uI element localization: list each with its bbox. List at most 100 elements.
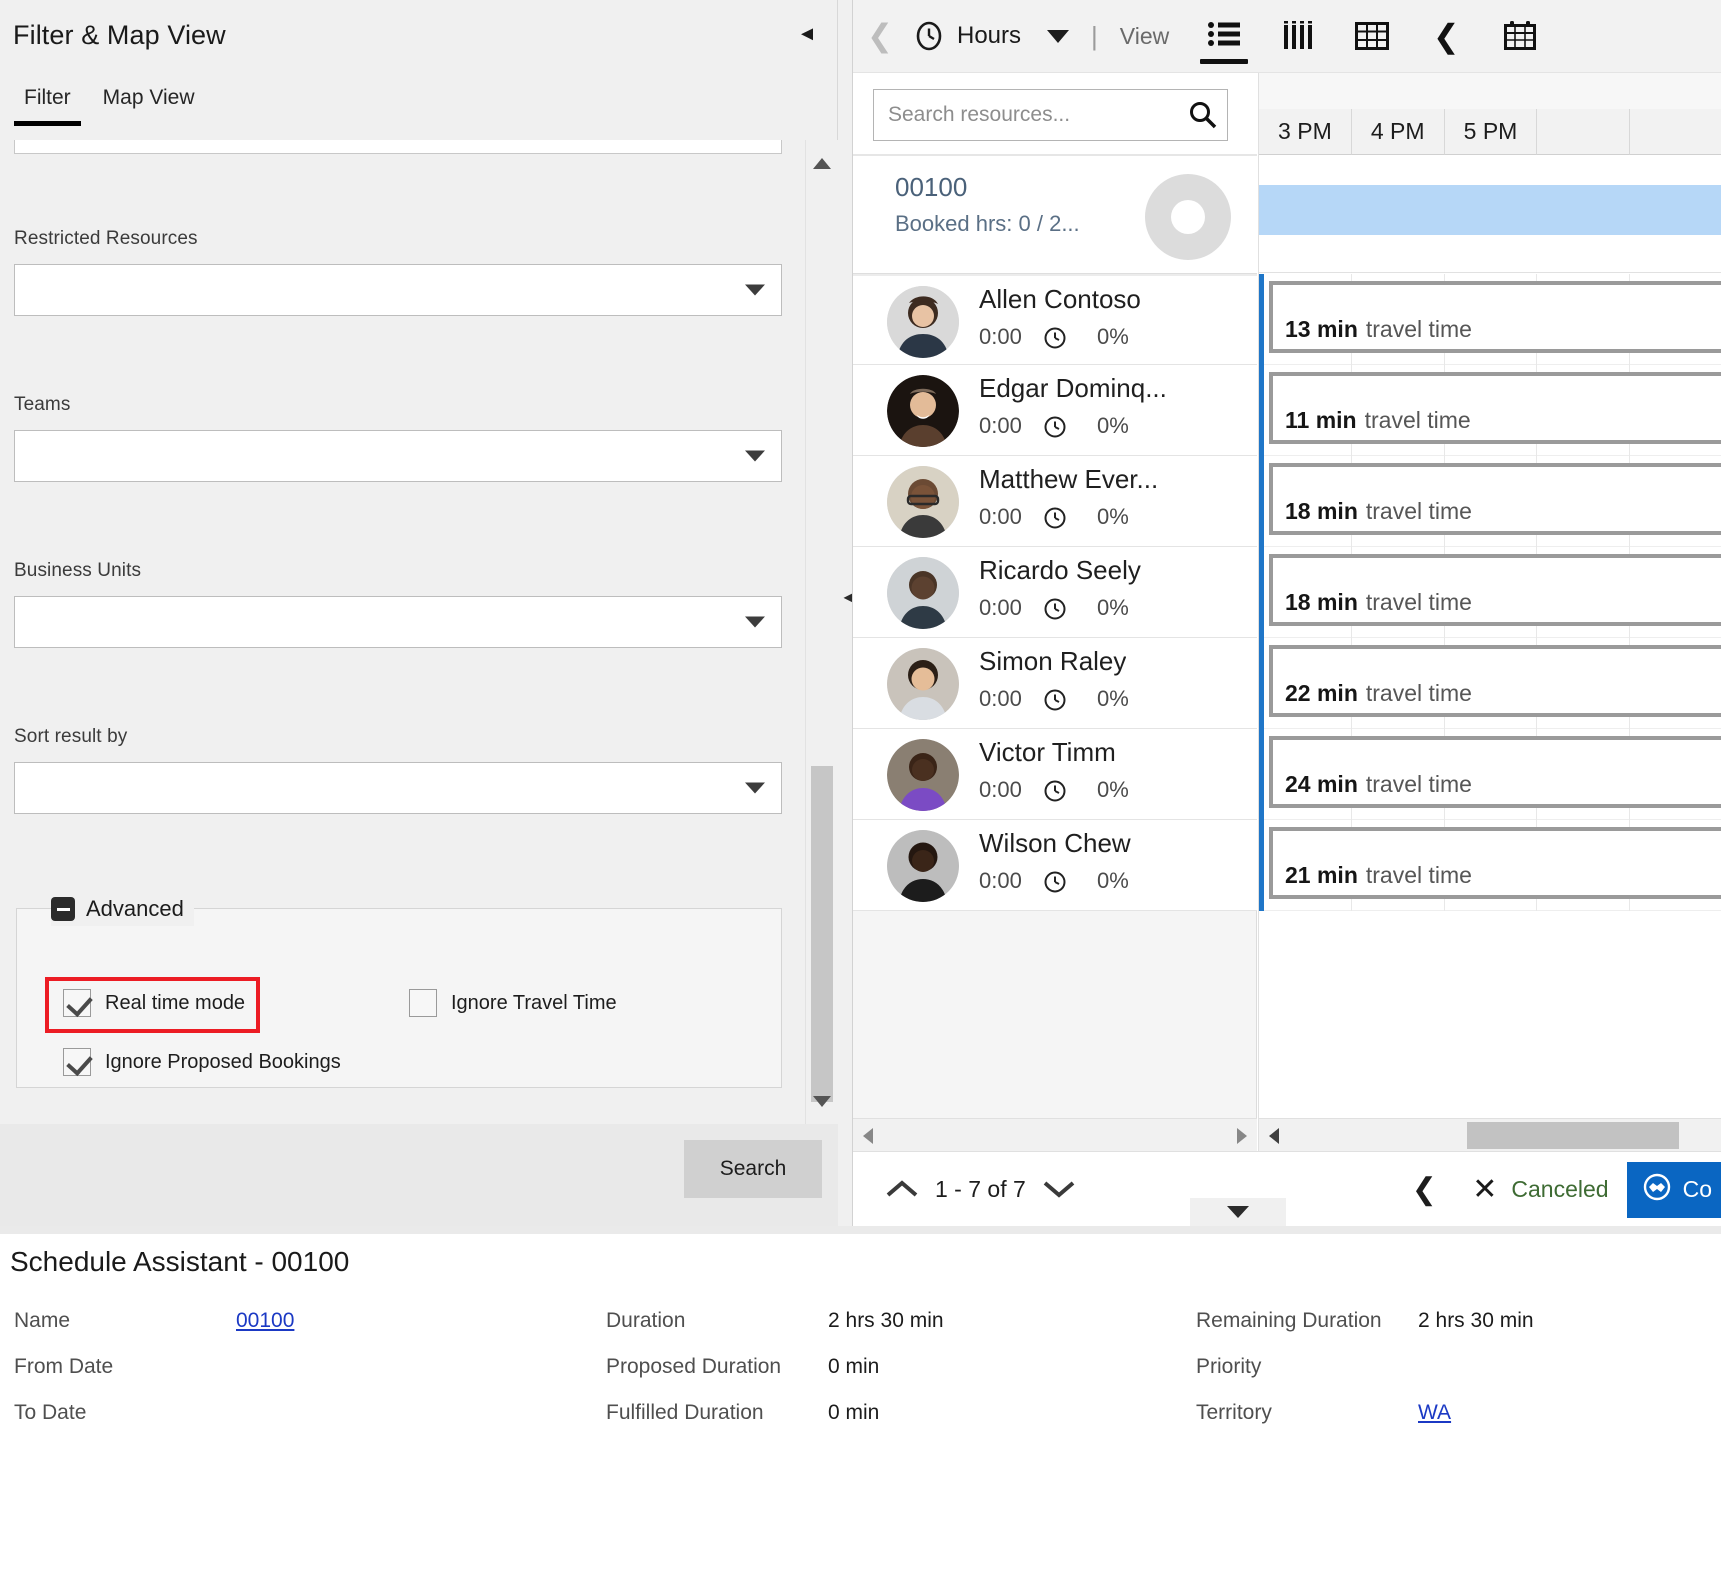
list-view-icon[interactable] bbox=[1187, 0, 1261, 73]
scroll-down-icon[interactable] bbox=[806, 1088, 838, 1114]
scroll-left-icon[interactable] bbox=[1269, 1128, 1279, 1144]
travel-time-block[interactable]: 18 min travel time bbox=[1269, 554, 1721, 626]
sort-result-by-select[interactable] bbox=[14, 762, 782, 814]
panel-splitter[interactable]: ◄ bbox=[838, 0, 858, 1226]
tab-filter[interactable]: Filter bbox=[8, 80, 87, 126]
scrollbar-thumb[interactable] bbox=[811, 766, 833, 1102]
search-button[interactable]: Search bbox=[684, 1140, 822, 1198]
chevron-left-icon[interactable]: ❮ bbox=[1394, 1152, 1454, 1227]
checkbox-icon[interactable] bbox=[409, 989, 437, 1017]
timeline-horizontal-scrollbar[interactable] bbox=[1259, 1118, 1721, 1151]
clock-icon bbox=[1043, 326, 1067, 355]
hour-label: 3 PM bbox=[1259, 109, 1352, 155]
list-item[interactable]: Wilson Chew 0:00 0% bbox=[853, 820, 1257, 911]
grid-view-icon[interactable] bbox=[1335, 0, 1409, 73]
detail-row-priority: Priority bbox=[1196, 1355, 1534, 1401]
hour-label: 5 PM bbox=[1444, 109, 1538, 155]
advanced-legend[interactable]: Advanced bbox=[51, 892, 194, 926]
filter-and-map-view-panel: Filter & Map View ◄ Filter Map View Rest… bbox=[0, 0, 838, 1226]
filter-panel-scrollbar[interactable] bbox=[805, 140, 837, 1124]
confirm-button[interactable]: Co bbox=[1626, 1161, 1721, 1218]
collapse-minus-icon[interactable] bbox=[51, 897, 75, 921]
timeline-row: 18 min travel time bbox=[1259, 456, 1721, 547]
restricted-resources-select[interactable] bbox=[14, 264, 782, 316]
detail-value-territory-link[interactable]: WA bbox=[1418, 1401, 1451, 1425]
resource-name: Wilson Chew bbox=[979, 828, 1131, 858]
detail-label: Fulfilled Duration bbox=[606, 1401, 764, 1424]
chevron-up-icon[interactable] bbox=[869, 1152, 935, 1227]
detail-label: Territory bbox=[1196, 1401, 1272, 1424]
chevron-down-icon[interactable] bbox=[1047, 29, 1070, 43]
checkbox-icon[interactable] bbox=[63, 989, 91, 1017]
row-lead-marker bbox=[1259, 365, 1264, 456]
schedule-body: 00100 Booked hrs: 0 / 2... Allen Contoso… bbox=[853, 73, 1721, 1151]
columns-view-icon[interactable] bbox=[1261, 0, 1335, 73]
toolbar-unit-label[interactable]: Hours bbox=[957, 22, 1021, 50]
detail-value: 2 hrs 30 min bbox=[828, 1309, 944, 1332]
travel-time-minutes: 13 min bbox=[1285, 316, 1358, 342]
travel-time-block[interactable]: 22 min travel time bbox=[1269, 645, 1721, 717]
previous-icon[interactable]: ❮ bbox=[1409, 0, 1483, 73]
travel-time-block[interactable]: 18 min travel time bbox=[1269, 463, 1721, 535]
detail-label: Priority bbox=[1196, 1355, 1262, 1378]
travel-time-block[interactable]: 13 min travel time bbox=[1269, 281, 1721, 353]
scroll-right-icon[interactable] bbox=[1237, 1128, 1247, 1144]
resource-search-box[interactable] bbox=[873, 89, 1228, 141]
partial-field-above[interactable] bbox=[14, 140, 782, 154]
travel-time-minutes: 24 min bbox=[1285, 771, 1358, 797]
travel-time-block[interactable]: 21 min travel time bbox=[1269, 827, 1721, 899]
list-item[interactable]: Simon Raley 0:00 0% bbox=[853, 638, 1257, 729]
filter-panel-footer: Search bbox=[0, 1124, 838, 1226]
scroll-up-icon[interactable] bbox=[806, 150, 838, 176]
travel-time-label: travel time bbox=[1365, 680, 1472, 706]
list-item[interactable]: Edgar Dominq... 0:00 0% bbox=[853, 365, 1257, 456]
field-label-teams: Teams bbox=[14, 394, 71, 415]
schedule-board-panel: ❮ Hours | View ❮ Search resources... 001… bbox=[852, 0, 1721, 1226]
expand-detail-chevron[interactable] bbox=[1190, 1198, 1286, 1226]
chevron-left-icon[interactable]: ❮ bbox=[853, 0, 907, 73]
resource-hours: 0:00 bbox=[979, 413, 1022, 438]
resource-name: Ricardo Seely bbox=[979, 555, 1141, 585]
checkbox-real-time-mode[interactable]: Real time mode bbox=[63, 989, 245, 1017]
avatar bbox=[887, 466, 959, 538]
tab-map-view[interactable]: Map View bbox=[87, 80, 211, 126]
teams-select[interactable] bbox=[14, 430, 782, 482]
resource-search-wrapper bbox=[853, 73, 1257, 156]
scrollbar-thumb[interactable] bbox=[1467, 1122, 1679, 1149]
field-label-business-units: Business Units bbox=[14, 560, 142, 581]
cancel-button[interactable]: ✕ Canceled bbox=[1454, 1152, 1626, 1227]
list-item[interactable]: Allen Contoso 0:00 0% bbox=[853, 274, 1257, 365]
business-units-select[interactable] bbox=[14, 596, 782, 648]
search-icon[interactable] bbox=[1179, 100, 1227, 130]
row-lead-marker bbox=[1259, 274, 1264, 365]
timeline-row: 21 min travel time bbox=[1259, 820, 1721, 911]
travel-time-minutes: 11 min bbox=[1285, 407, 1357, 433]
checkbox-icon[interactable] bbox=[63, 1048, 91, 1076]
resource-utilization: 0% bbox=[1097, 595, 1129, 620]
list-item[interactable]: Matthew Ever... 0:00 0% bbox=[853, 456, 1257, 547]
detail-label: Name bbox=[14, 1309, 71, 1332]
hour-label-partial bbox=[1537, 109, 1631, 155]
chevron-left-icon[interactable]: ◄ bbox=[793, 20, 821, 48]
requirement-time-window[interactable] bbox=[1259, 185, 1721, 235]
resource-list: Allen Contoso 0:00 0% Edgar Dominq... 0:… bbox=[853, 274, 1257, 911]
travel-time-minutes: 22 min bbox=[1285, 680, 1358, 706]
avatar bbox=[887, 286, 959, 358]
list-item[interactable]: Victor Timm 0:00 0% bbox=[853, 729, 1257, 820]
resource-horizontal-scrollbar[interactable] bbox=[853, 1118, 1257, 1151]
filter-panel-header: Filter & Map View ◄ bbox=[0, 0, 837, 72]
search-input[interactable] bbox=[874, 103, 1179, 127]
chevron-down-icon[interactable] bbox=[1026, 1152, 1092, 1227]
travel-time-block[interactable]: 24 min travel time bbox=[1269, 736, 1721, 808]
avatar bbox=[887, 648, 959, 720]
requirement-card[interactable]: 00100 Booked hrs: 0 / 2... bbox=[853, 156, 1257, 274]
travel-time-block[interactable]: 11 min travel time bbox=[1269, 372, 1721, 444]
detail-value: 0 min bbox=[828, 1355, 880, 1378]
list-item[interactable]: Ricardo Seely 0:00 0% bbox=[853, 547, 1257, 638]
checkbox-ignore-travel-time[interactable]: Ignore Travel Time bbox=[409, 989, 617, 1017]
scroll-left-icon[interactable] bbox=[863, 1128, 873, 1144]
detail-value-name-link[interactable]: 00100 bbox=[236, 1309, 294, 1333]
detail-row-name: Name 00100 bbox=[14, 1309, 294, 1355]
checkbox-ignore-proposed-bookings[interactable]: Ignore Proposed Bookings bbox=[63, 1048, 341, 1076]
calendar-icon[interactable] bbox=[1483, 0, 1557, 73]
